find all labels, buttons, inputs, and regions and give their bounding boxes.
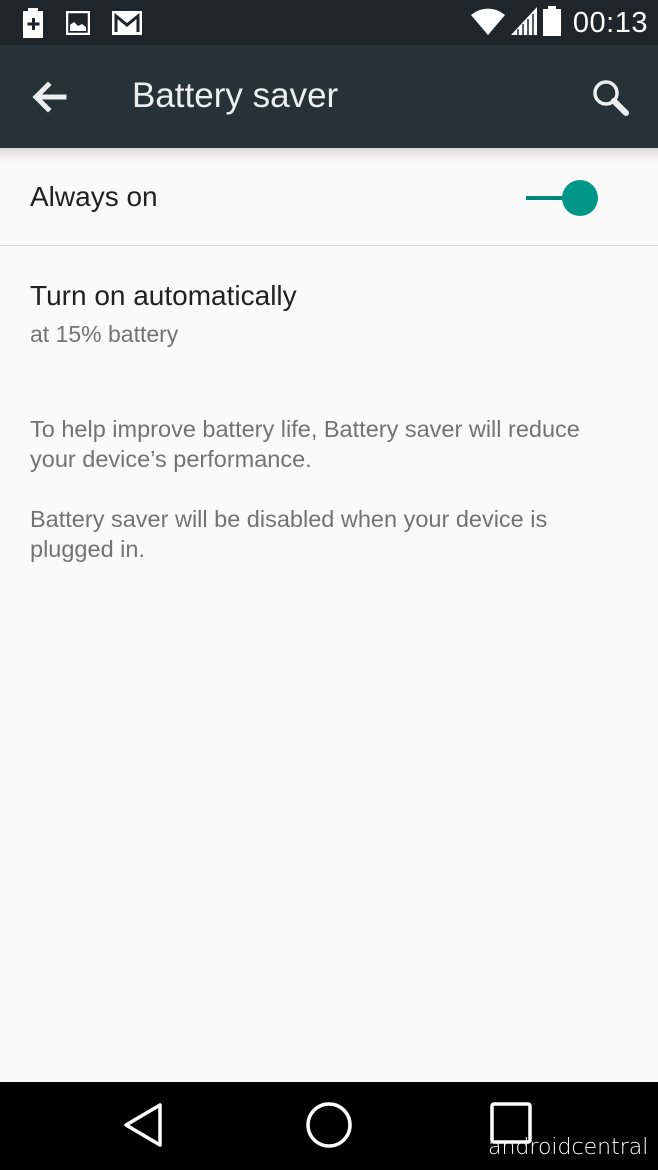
- toggle-thumb: [562, 180, 598, 216]
- page-title: Battery saver: [132, 76, 339, 115]
- cell-signal-icon: [510, 7, 537, 40]
- search-icon[interactable]: [590, 77, 632, 119]
- battery-saver-notification-icon: [22, 8, 44, 43]
- turn-on-automatically-summary: at 15% battery: [30, 321, 179, 347]
- back-icon[interactable]: [120, 1100, 170, 1150]
- wifi-icon: [470, 7, 505, 40]
- always-on-setting[interactable]: Always on: [0, 148, 658, 246]
- info-plugged-in-text: Battery saver will be disabled when your…: [30, 506, 548, 562]
- status-bar: 00:13: [0, 0, 658, 45]
- always-on-label: Always on: [30, 181, 158, 212]
- info-performance-text: To help improve battery life, Battery sa…: [30, 416, 580, 472]
- turn-on-automatically-label: Turn on automatically: [30, 280, 297, 311]
- image-icon: [65, 10, 91, 40]
- arrow-back-icon[interactable]: [30, 79, 70, 115]
- always-on-toggle[interactable]: [526, 178, 602, 218]
- home-icon[interactable]: [304, 1100, 354, 1150]
- clock: 00:13: [572, 7, 648, 39]
- battery-icon: [542, 6, 561, 41]
- watermark: androidcentral: [488, 1135, 649, 1160]
- turn-on-automatically-setting[interactable]: Turn on automatically at 15% battery: [0, 247, 658, 377]
- app-bar: Battery saver: [0, 45, 658, 148]
- gmail-icon: [112, 11, 142, 40]
